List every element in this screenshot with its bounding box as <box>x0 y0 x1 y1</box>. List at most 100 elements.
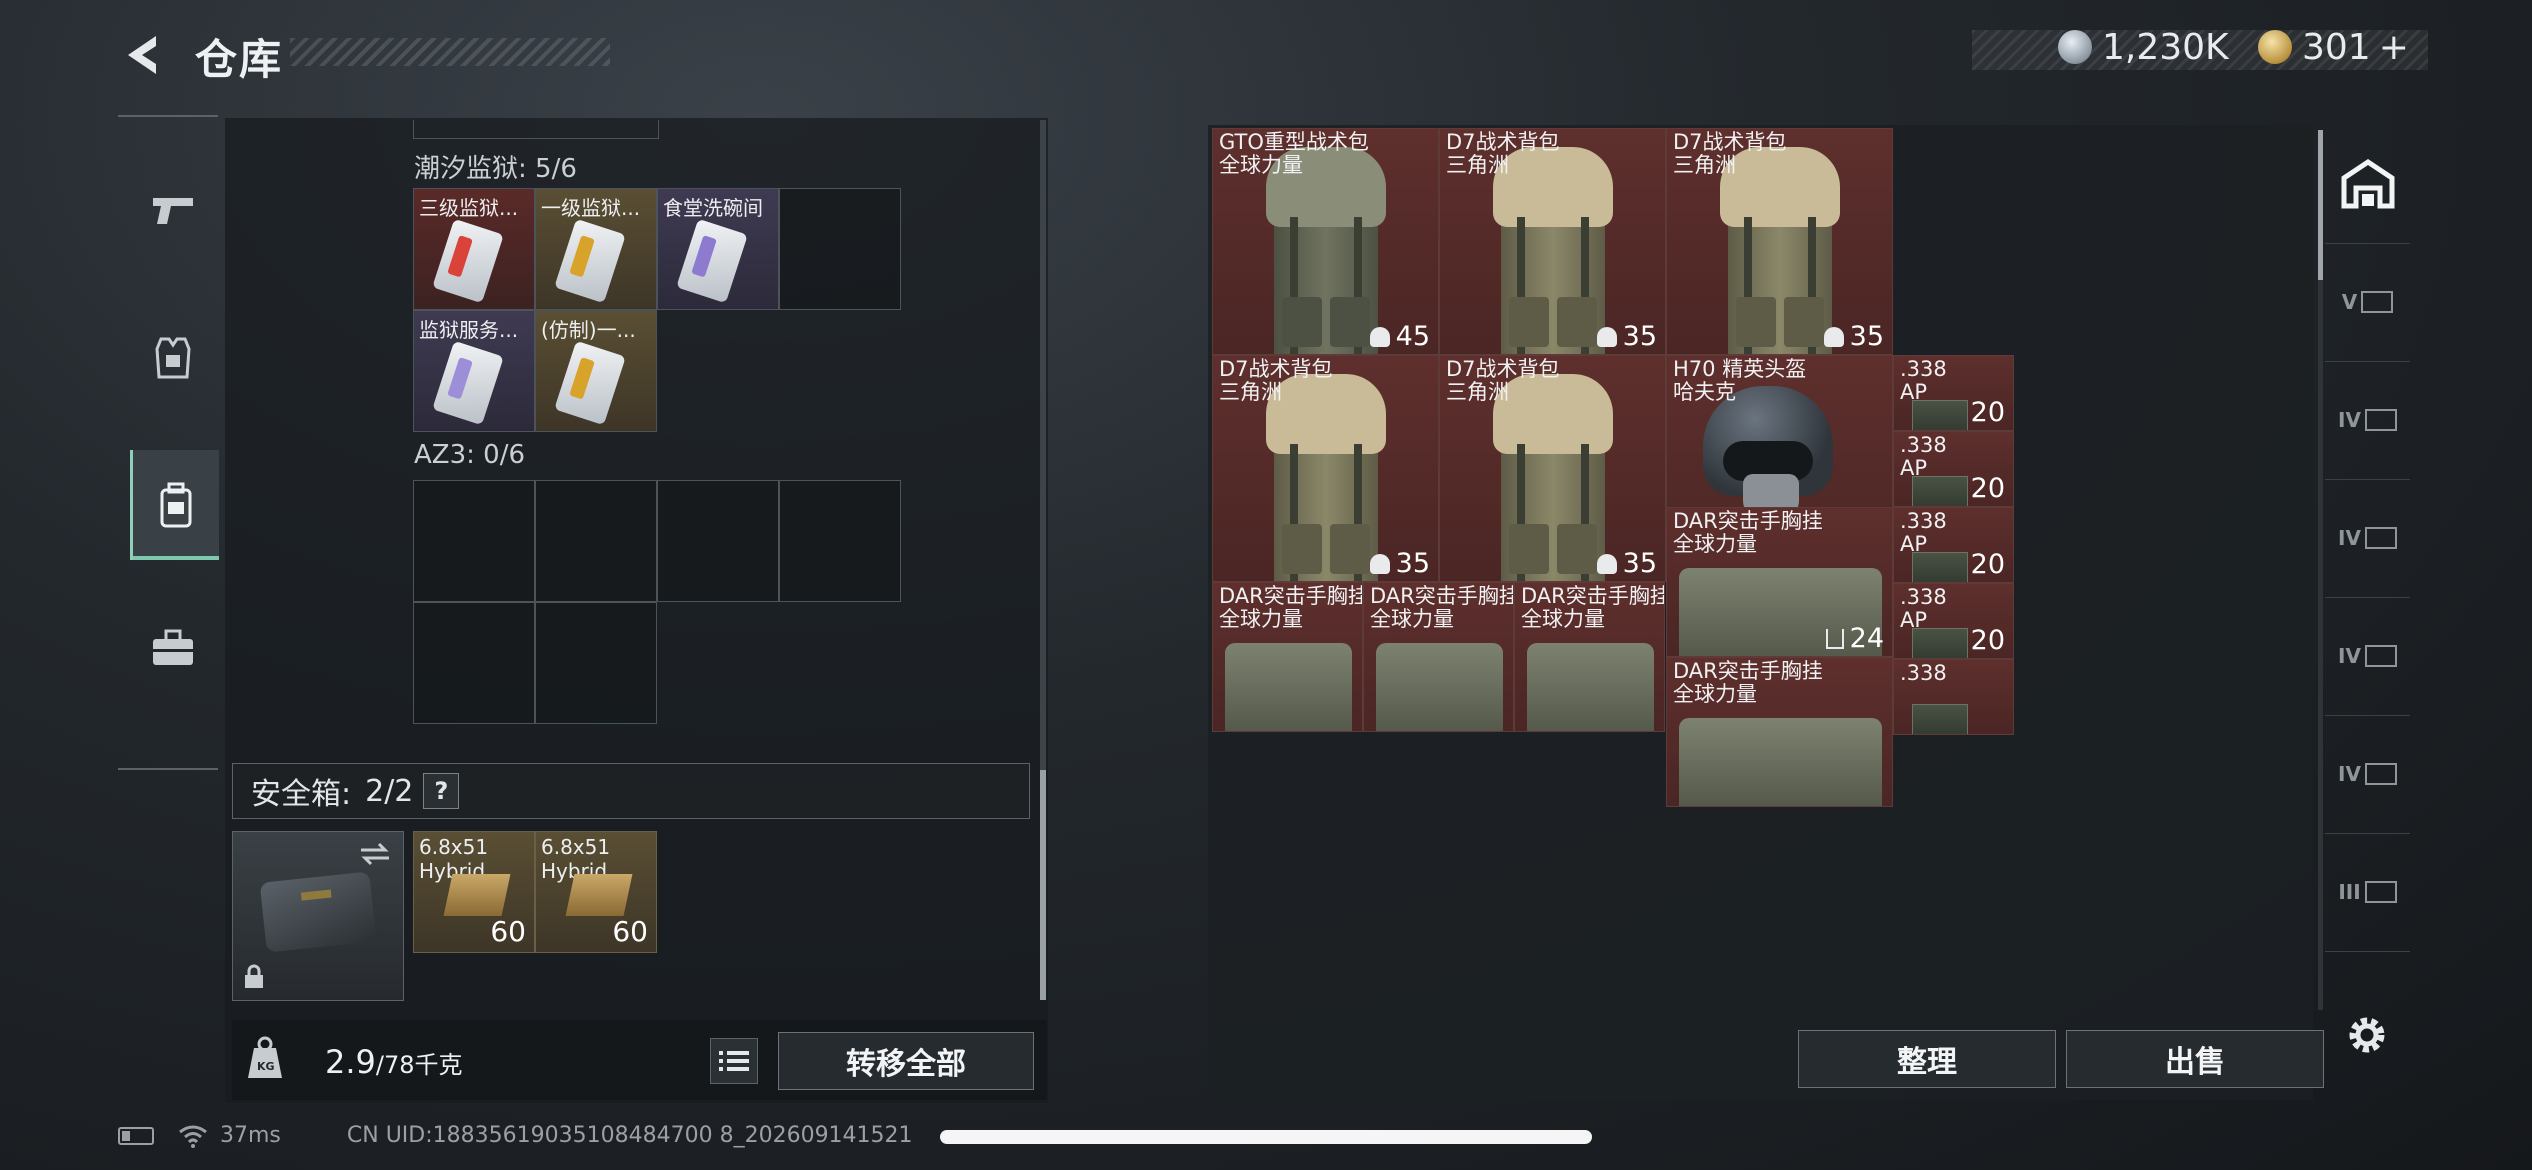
empty-slot[interactable] <box>413 602 535 724</box>
previous-container-edge <box>413 120 659 139</box>
safe-ammo-slot[interactable]: 6.8x51 Hybrid 60 <box>413 831 535 953</box>
keycard-slot[interactable]: 食堂洗碗间 <box>657 188 779 310</box>
ammo-crate-icon <box>1912 628 1968 658</box>
nav-weapons[interactable] <box>130 155 216 265</box>
tab-page-4c[interactable]: IV <box>2325 597 2410 716</box>
keycard-icon <box>554 340 626 426</box>
keycard-icon <box>432 218 504 304</box>
stash-chest-rig-item[interactable]: DAR突击手胸挂 全球力量 <box>1363 582 1514 732</box>
empty-slot[interactable] <box>779 188 901 310</box>
safe-ammo-slot[interactable]: 6.8x51 Hybrid 60 <box>535 831 657 953</box>
item-title: DAR突击手胸挂 <box>1219 584 1363 608</box>
tide-prison-grid: 三级监狱... 一级监狱... 食堂洗碗间 监狱服务... (仿制)一... <box>413 188 901 432</box>
capacity-icon <box>1369 553 1390 574</box>
empty-slot[interactable] <box>657 480 779 602</box>
nav-divider-bottom <box>118 768 218 770</box>
toolbox-icon <box>153 629 193 665</box>
help-button[interactable]: ? <box>423 773 460 809</box>
stash-grid: GTO重型战术包 全球力量 45 D7战术背包 三角洲 35 D7战术背包 三角洲 35 D7战术… <box>1212 128 2307 1015</box>
keycard-slot[interactable]: (仿制)一... <box>535 310 657 432</box>
gold-currency[interactable]: 301 + <box>2258 24 2409 70</box>
stash-chest-rig-item[interactable]: DAR突击手胸挂 全球力量 24 <box>1666 507 1893 657</box>
item-title: .338 <box>1900 433 1947 457</box>
sort-button[interactable]: 整理 <box>1798 1030 2056 1088</box>
lock-icon <box>245 964 263 988</box>
silver-currency: 1,230K <box>2058 24 2229 70</box>
empty-slot[interactable] <box>535 602 657 724</box>
item-count-value: 20 <box>1970 625 2005 656</box>
stash-chest-rig-item[interactable]: DAR突击手胸挂 全球力量 <box>1514 582 1665 732</box>
nav-backpacks[interactable] <box>130 450 219 560</box>
nav-equipment[interactable] <box>130 302 216 412</box>
stash-backpack-item[interactable]: D7战术背包 三角洲 35 <box>1212 355 1439 582</box>
nav-supplies[interactable] <box>130 593 216 703</box>
weight-readout: 2.9/78千克 <box>325 1043 463 1081</box>
item-title: .338 <box>1900 357 1947 381</box>
item-count-value: 35 <box>1622 321 1657 352</box>
list-icon <box>719 1051 749 1071</box>
stash-backpack-item[interactable]: D7战术背包 三角洲 35 <box>1439 128 1666 355</box>
item-count: 35 <box>1369 548 1430 579</box>
status-footer: 37ms CN UID:18835619035108484700 8_20260… <box>118 1123 913 1148</box>
left-scrollbar-thumb[interactable] <box>1040 770 1046 1000</box>
stash-chest-rig-item[interactable]: DAR突击手胸挂 全球力量 <box>1212 582 1363 732</box>
keycard-slot[interactable]: 一级监狱... <box>535 188 657 310</box>
tab-box-icon <box>2361 291 2394 313</box>
tab-page-3[interactable]: III <box>2325 833 2410 952</box>
item-count-value: 35 <box>1849 321 1884 352</box>
item-title: D7战术背包 <box>1673 130 1787 154</box>
empty-slot[interactable] <box>413 480 535 602</box>
item-count: 20 <box>1971 473 2005 504</box>
item-title: D7战术背包 <box>1219 357 1333 381</box>
stash-ammo-item[interactable]: .338 <box>1893 659 2014 735</box>
item-name: .338 AP <box>1900 510 1947 556</box>
item-count-value: 20 <box>1970 397 2005 428</box>
tab-page-4b[interactable]: IV <box>2325 479 2410 598</box>
stash-backpack-item[interactable]: D7战术背包 三角洲 35 <box>1439 355 1666 582</box>
tab-page-4a[interactable]: IV <box>2325 361 2410 480</box>
item-count: 35 <box>1596 321 1657 352</box>
item-name: DAR突击手胸挂 全球力量 <box>1219 584 1363 631</box>
stash-scrollbar[interactable] <box>2318 130 2323 1010</box>
swap-icon <box>361 842 389 866</box>
left-scrollbar[interactable] <box>1040 120 1046 1000</box>
stash-ammo-item[interactable]: .338 AP 20 <box>1893 507 2014 583</box>
item-name: DAR突击手胸挂 全球力量 <box>1673 510 1823 556</box>
chest-rig-icon <box>1376 643 1503 731</box>
item-name: DAR突击手胸挂 全球力量 <box>1521 585 1664 631</box>
stash-scrollbar-thumb[interactable] <box>2318 130 2323 280</box>
keycard-slot[interactable]: 三级监狱... <box>413 188 535 310</box>
item-subtitle: AP <box>1900 532 1928 556</box>
stash-chest-rig-item[interactable]: DAR突击手胸挂 全球力量 <box>1666 657 1893 807</box>
safe-case-slot[interactable] <box>232 831 404 1001</box>
pistol-icon <box>153 198 193 224</box>
stash-ammo-item[interactable]: .338 AP 20 <box>1893 583 2014 659</box>
item-count: 35 <box>1596 548 1657 579</box>
sell-button[interactable]: 出售 <box>2066 1030 2324 1088</box>
tab-all[interactable] <box>2325 125 2410 244</box>
home-indicator[interactable] <box>940 1130 1592 1144</box>
item-count: 20 <box>1971 549 2005 580</box>
safe-case-icon <box>259 871 377 953</box>
item-count: 24 <box>1825 623 1884 654</box>
item-name: D7战术背包 三角洲 <box>1219 358 1333 404</box>
settings-gear-icon[interactable] <box>2344 1012 2390 1058</box>
stash-ammo-item[interactable]: .338 AP 20 <box>1893 355 2014 431</box>
item-name: .338 AP <box>1900 358 1947 404</box>
transfer-all-button[interactable]: 转移全部 <box>778 1032 1034 1090</box>
item-name: D7战术背包 三角洲 <box>1673 131 1787 177</box>
empty-slot[interactable] <box>779 480 901 602</box>
empty-slot[interactable] <box>535 480 657 602</box>
keycard-slot[interactable]: 监狱服务... <box>413 310 535 432</box>
add-currency-button[interactable]: + <box>2379 27 2409 68</box>
stash-ammo-item[interactable]: .338 AP 20 <box>1893 431 2014 507</box>
tab-page-4d[interactable]: IV <box>2325 715 2410 834</box>
item-count-value: 20 <box>1970 473 2005 504</box>
tab-page-5[interactable]: V <box>2325 243 2410 362</box>
stash-backpack-item[interactable]: GTO重型战术包 全球力量 45 <box>1212 128 1439 355</box>
page-title: 仓库 <box>195 35 284 84</box>
list-view-button[interactable] <box>710 1038 758 1084</box>
back-arrow-icon[interactable] <box>118 30 168 80</box>
safe-box-count: 2/2 <box>365 773 414 809</box>
stash-backpack-item[interactable]: D7战术背包 三角洲 35 <box>1666 128 1893 355</box>
